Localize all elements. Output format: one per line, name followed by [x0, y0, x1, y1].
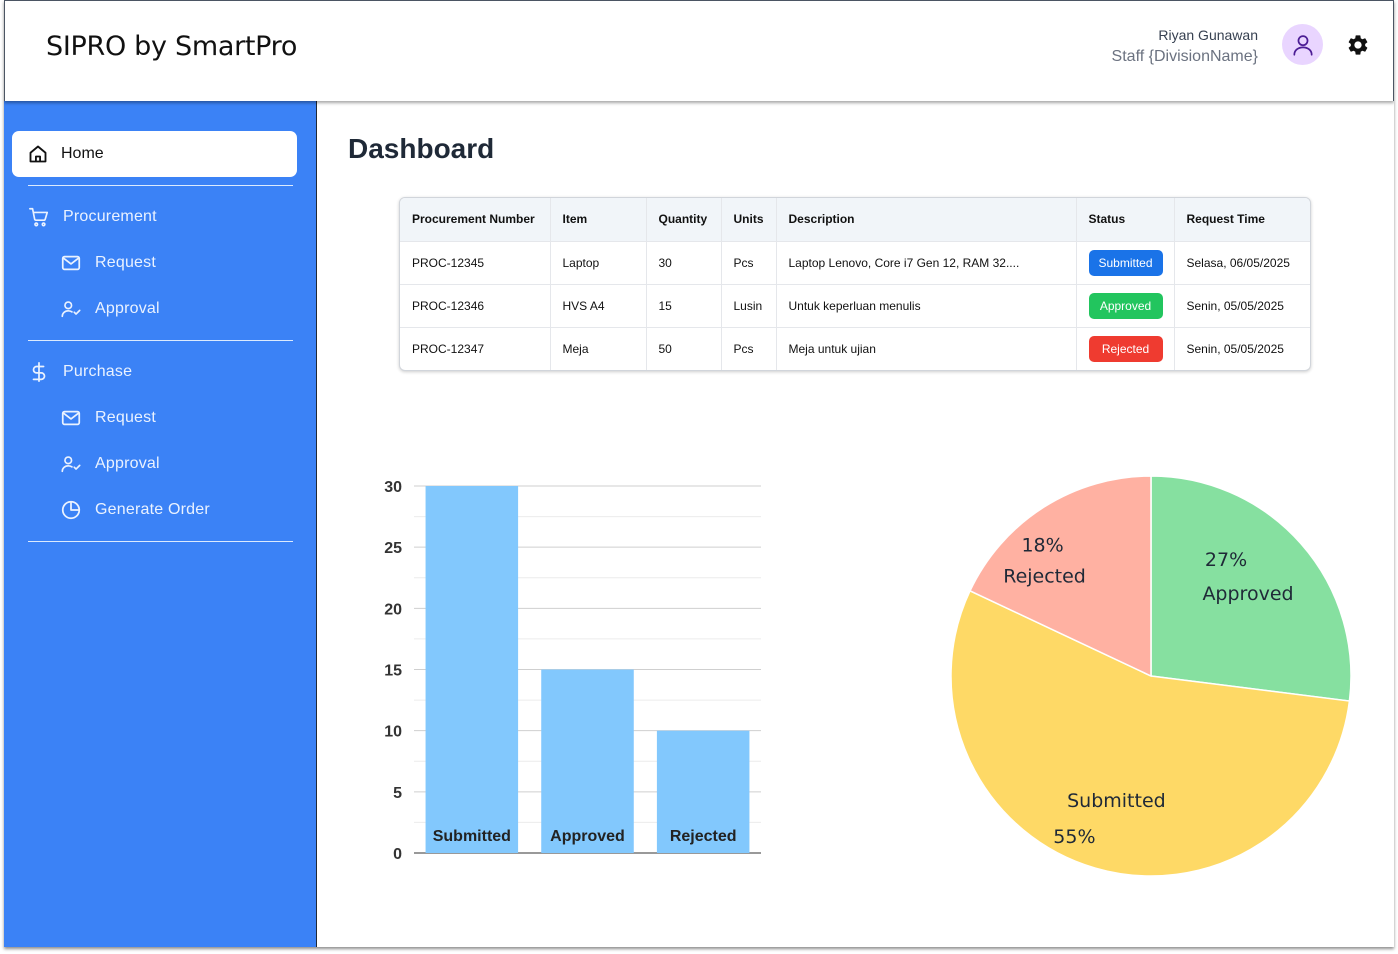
status-badge: Submitted — [1088, 249, 1163, 276]
top-header: SIPRO by SmartPro Riyan Gunawan Staff {D… — [4, 0, 1394, 101]
request-time-cell: Senin, 05/05/2025 — [1174, 283, 1310, 327]
y-tick-label: 10 — [384, 724, 402, 741]
sidebar-item-procurement[interactable]: Procurement — [28, 206, 157, 228]
column-header[interactable]: Procurement Number — [400, 198, 551, 241]
bar-category-label: Submitted — [433, 828, 511, 845]
bar-category-label: Approved — [550, 828, 625, 845]
request-time-cell: Selasa, 06/05/2025 — [1174, 240, 1310, 284]
y-tick-label: 20 — [384, 601, 402, 618]
status-badge: Approved — [1088, 292, 1163, 319]
column-header[interactable]: Description — [776, 198, 1077, 241]
pie-category-label: Rejected — [1003, 565, 1086, 587]
quantity-cell: 30 — [646, 240, 722, 284]
home-icon — [29, 145, 47, 163]
dollar-icon — [32, 361, 46, 383]
cart-icon — [29, 207, 49, 227]
sidebar-item-label: Approval — [95, 300, 160, 317]
status-pie-chart: 27% Approved 55% Submitted 18% Rejected — [950, 475, 1352, 877]
pie-percent-label: 27% — [1205, 549, 1247, 571]
gear-icon[interactable] — [1346, 33, 1370, 57]
avatar[interactable] — [1282, 24, 1323, 65]
sidebar-item-label: Request — [95, 409, 156, 426]
sidebar-item-procurement-approval[interactable]: Approval — [60, 298, 160, 320]
sidebar-item-generate-order[interactable]: Generate Order — [60, 499, 210, 521]
sidebar-divider — [28, 541, 293, 542]
app-title: SIPRO by SmartPro — [46, 31, 298, 62]
pie-percent-label: 55% — [1053, 826, 1095, 848]
y-tick-label: 25 — [384, 540, 402, 557]
app-frame: SIPRO by SmartPro Riyan Gunawan Staff {D… — [4, 0, 1394, 947]
sidebar-divider — [28, 185, 293, 186]
description-cell: Laptop Lenovo, Core i7 Gen 12, RAM 32...… — [776, 240, 1077, 284]
column-header[interactable]: Item — [550, 198, 647, 241]
sidebar-item-home[interactable]: Home — [12, 131, 297, 177]
bar-category-label: Rejected — [670, 828, 737, 845]
column-header[interactable]: Request Time — [1174, 198, 1310, 241]
user-icon — [1292, 34, 1313, 56]
sidebar: Home Procurement Request Approval Purcha… — [4, 101, 317, 947]
item-cell: HVS A4 — [550, 283, 647, 327]
procurement-number: PROC-12347 — [400, 326, 551, 370]
item-cell: Laptop — [550, 240, 647, 284]
pie-category-label: Approved — [1202, 583, 1293, 605]
user-role: Staff {DivisionName} — [1111, 48, 1258, 65]
units-cell: Pcs — [721, 240, 777, 284]
sidebar-item-label: Procurement — [63, 208, 157, 225]
column-header[interactable]: Quantity — [646, 198, 722, 241]
pie-percent-label: 18% — [1021, 534, 1063, 556]
status-cell: Submitted — [1076, 240, 1175, 284]
sidebar-item-label: Generate Order — [95, 501, 210, 518]
y-tick-label: 0 — [393, 846, 402, 863]
sidebar-divider — [28, 340, 293, 341]
bar[interactable] — [425, 486, 519, 853]
page-title: Dashboard — [348, 133, 495, 164]
quantity-cell: 50 — [646, 326, 722, 370]
units-cell: Lusin — [721, 283, 777, 327]
sidebar-item-purchase-request[interactable]: Request — [60, 407, 156, 429]
bar[interactable] — [541, 669, 634, 854]
table-row[interactable]: PROC-12345 Laptop 30 Pcs Laptop Lenovo, … — [400, 240, 1310, 284]
mail-icon — [61, 255, 81, 271]
status-cell: Approved — [1076, 283, 1175, 327]
description-cell: Meja untuk ujian — [776, 326, 1077, 370]
request-time-cell: Senin, 05/05/2025 — [1174, 326, 1310, 370]
item-cell: Meja — [550, 326, 647, 370]
table-header-row: Procurement Number Item Quantity Units D… — [400, 198, 1310, 241]
sidebar-item-procurement-request[interactable]: Request — [60, 252, 156, 274]
column-header[interactable]: Status — [1076, 198, 1175, 241]
user-name: Riyan Gunawan — [1158, 27, 1258, 43]
description-cell: Untuk keperluan menulis — [776, 283, 1077, 327]
sidebar-item-purchase[interactable]: Purchase — [28, 361, 132, 383]
y-tick-label: 5 — [393, 785, 402, 802]
procurement-number: PROC-12345 — [400, 240, 551, 284]
sidebar-item-label: Request — [95, 254, 156, 271]
user-check-icon — [61, 456, 81, 473]
y-tick-label: 30 — [384, 479, 402, 496]
y-tick-label: 15 — [384, 663, 402, 680]
status-bar-chart: 0 5 10 15 20 25 30 Submitted Approved Rejected — [384, 479, 761, 863]
units-cell: Pcs — [721, 326, 777, 370]
sidebar-item-label: Purchase — [63, 363, 133, 380]
pie-chart-icon — [61, 500, 81, 520]
status-cell: Rejected — [1076, 326, 1175, 370]
pie-category-label: Submitted — [1067, 790, 1166, 812]
sidebar-item-purchase-approval[interactable]: Approval — [60, 453, 160, 475]
sidebar-item-label: Approval — [95, 455, 160, 472]
column-header[interactable]: Units — [721, 198, 777, 241]
sidebar-item-label: Home — [61, 145, 104, 162]
table-row[interactable]: PROC-12347 Meja 50 Pcs Meja untuk ujian … — [400, 326, 1310, 370]
quantity-cell: 15 — [646, 283, 722, 327]
table-row[interactable]: PROC-12346 HVS A4 15 Lusin Untuk keperlu… — [400, 283, 1310, 327]
mail-icon — [61, 410, 81, 426]
user-check-icon — [61, 301, 81, 318]
procurement-number: PROC-12346 — [400, 283, 551, 327]
procurement-table: Procurement Number Item Quantity Units D… — [399, 197, 1311, 371]
status-badge: Rejected — [1088, 335, 1163, 362]
